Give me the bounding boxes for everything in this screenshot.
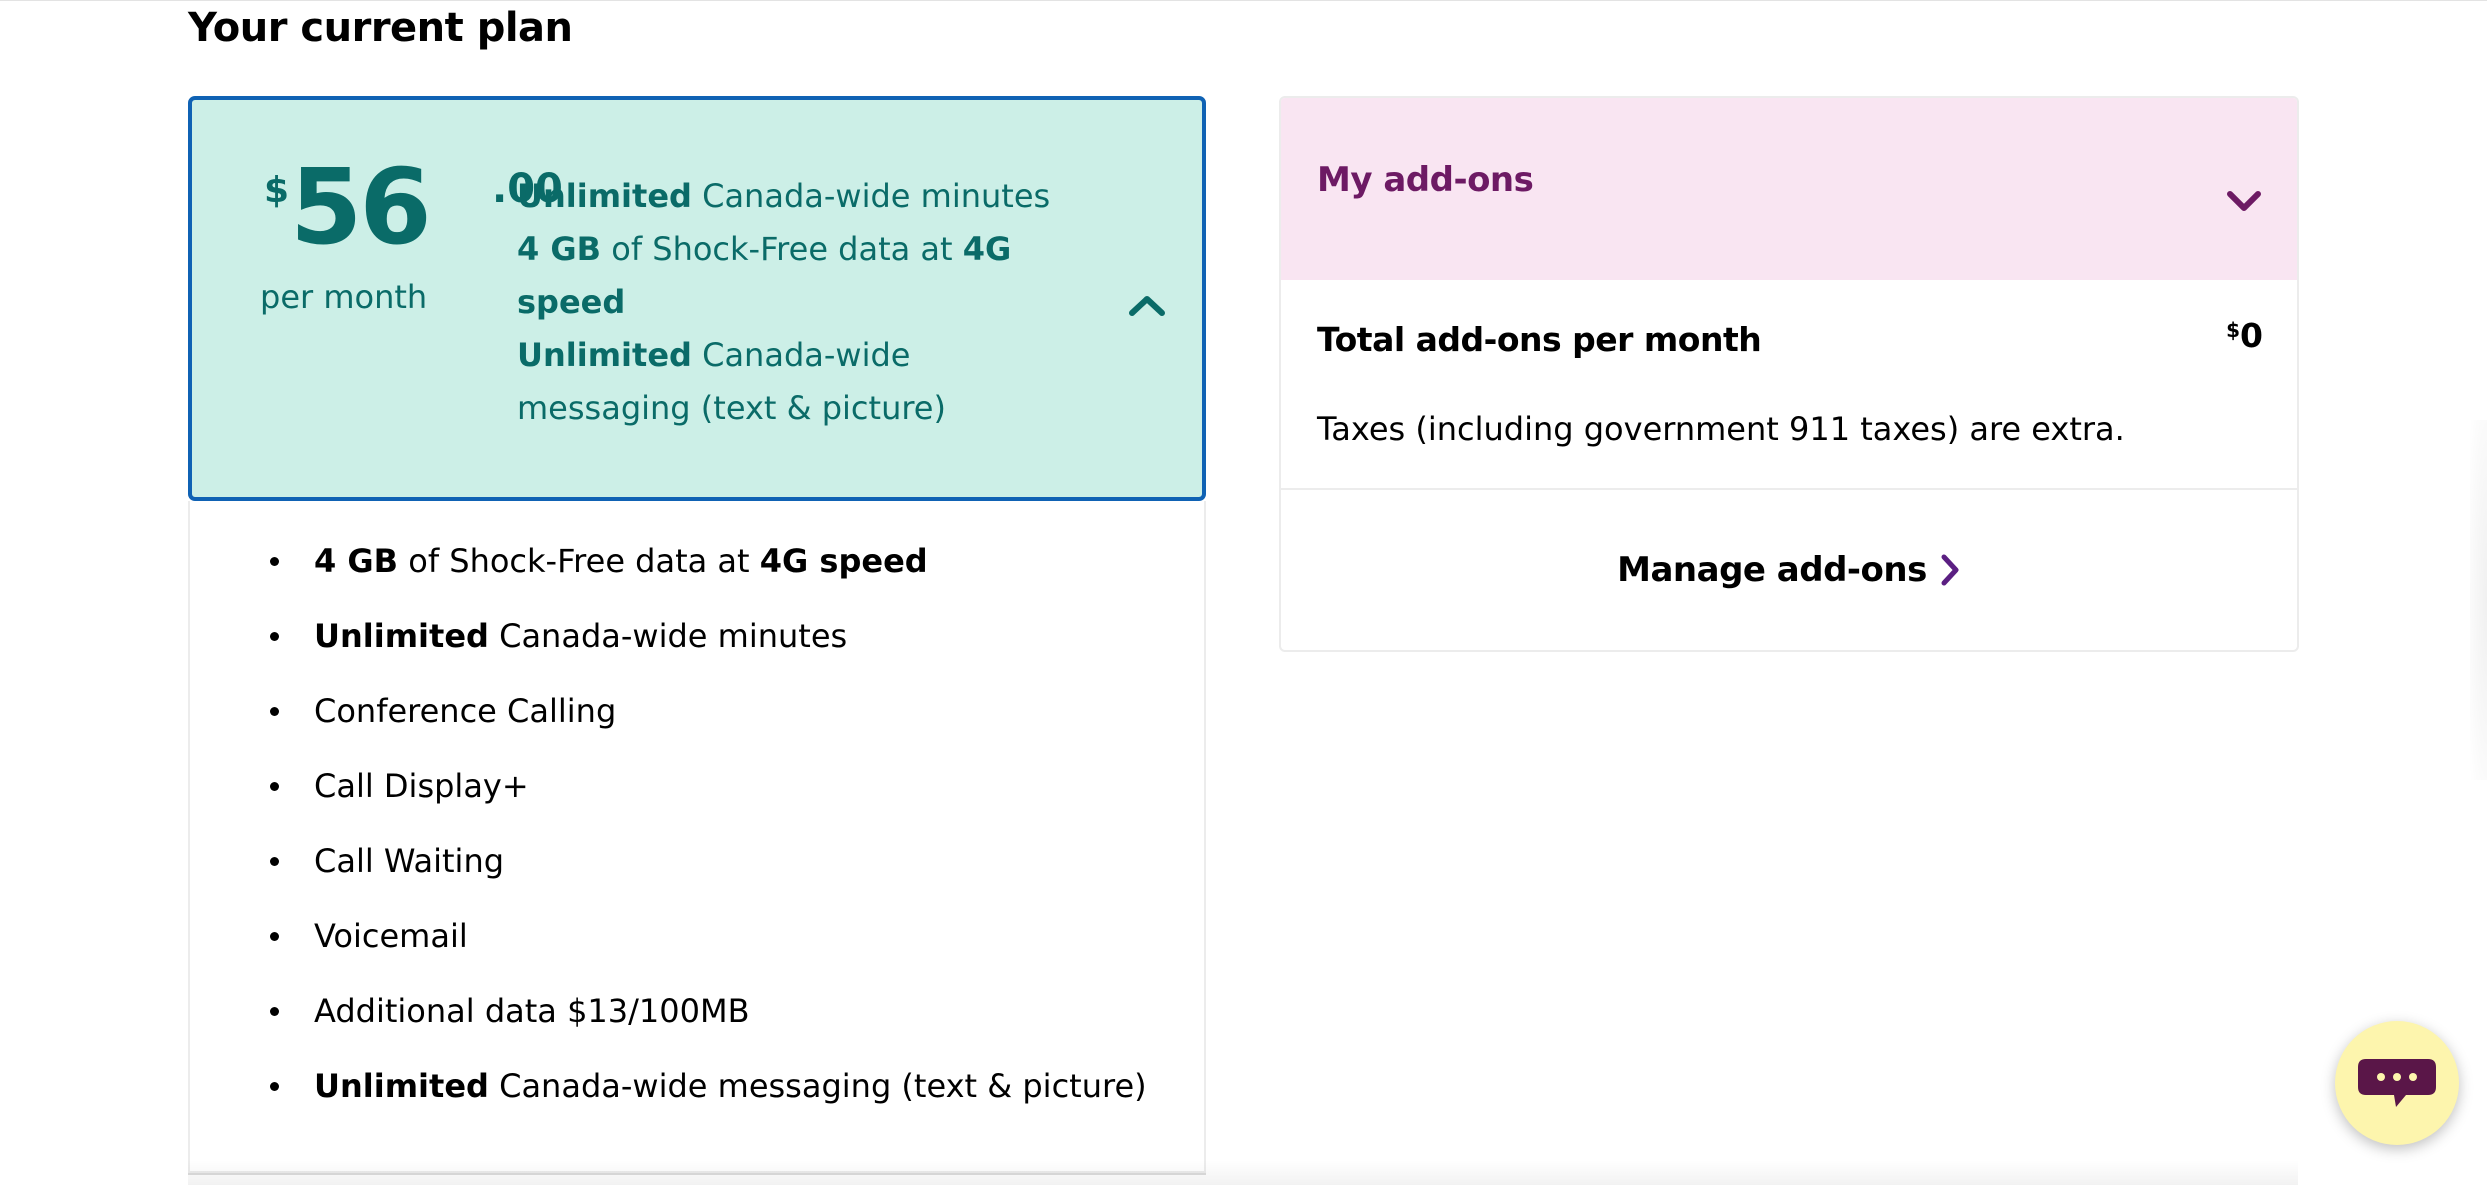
right-edge-shade: [2470, 420, 2487, 780]
plan-collapse-toggle[interactable]: [1122, 280, 1172, 330]
addons-header[interactable]: My add-ons: [1281, 98, 2297, 280]
feature-item: Voicemail: [270, 912, 1147, 987]
addons-total-label: Total add-ons per month: [1317, 320, 1762, 359]
plan-price: $ 56 .00 per month: [260, 146, 563, 316]
chevron-up-icon: [1129, 296, 1165, 316]
chat-button[interactable]: [2335, 1021, 2459, 1145]
feature-item: Unlimited Canada-wide minutes: [270, 612, 1147, 687]
plan-summary: Unlimited Canada-wide minutes 4 GB of Sh…: [517, 170, 1077, 435]
plan-card-header[interactable]: $ 56 .00 per month Unlimited Canada-wide…: [188, 96, 1206, 501]
plan-summary-item: Unlimited Canada-wide messaging (text & …: [517, 336, 946, 427]
plan-features: 4 GB of Shock-Free data at 4G speed Unli…: [188, 501, 1206, 1173]
chat-bubble-icon: [2358, 1059, 2436, 1107]
addons-total-value: $0: [2226, 316, 2263, 355]
addons-summary: Total add-ons per month $0 Taxes (includ…: [1281, 280, 2297, 490]
plan-summary-item: Unlimited Canada-wide minutes: [517, 177, 1051, 215]
feature-item: Additional data $13/100MB: [270, 987, 1147, 1062]
bottom-shadow: [188, 1160, 2298, 1185]
manage-addons-label: Manage add-ons: [1617, 550, 1927, 590]
price-currency: $: [264, 170, 290, 211]
addons-panel: My add-ons Total add-ons per month $0 Ta…: [1279, 96, 2299, 652]
price-dollars: 56: [290, 146, 432, 268]
page-title: Your current plan: [188, 5, 573, 51]
feature-item: 4 GB of Shock-Free data at 4G speed: [270, 537, 1147, 612]
manage-addons-link[interactable]: Manage add-ons: [1281, 490, 2297, 650]
price-period: per month: [260, 278, 428, 316]
plan-summary-item: 4 GB of Shock-Free data at 4G speed: [517, 230, 1012, 321]
addons-title: My add-ons: [1317, 160, 1534, 200]
addons-toggle[interactable]: [2219, 176, 2269, 226]
feature-item: Unlimited Canada-wide messaging (text & …: [270, 1062, 1147, 1137]
taxes-note: Taxes (including government 911 taxes) a…: [1317, 410, 2125, 448]
feature-item: Call Display+: [270, 762, 1147, 837]
feature-item: Call Waiting: [270, 837, 1147, 912]
chevron-down-icon: [2227, 191, 2261, 211]
chevron-right-icon: [1941, 554, 1959, 586]
feature-item: Conference Calling: [270, 687, 1147, 762]
